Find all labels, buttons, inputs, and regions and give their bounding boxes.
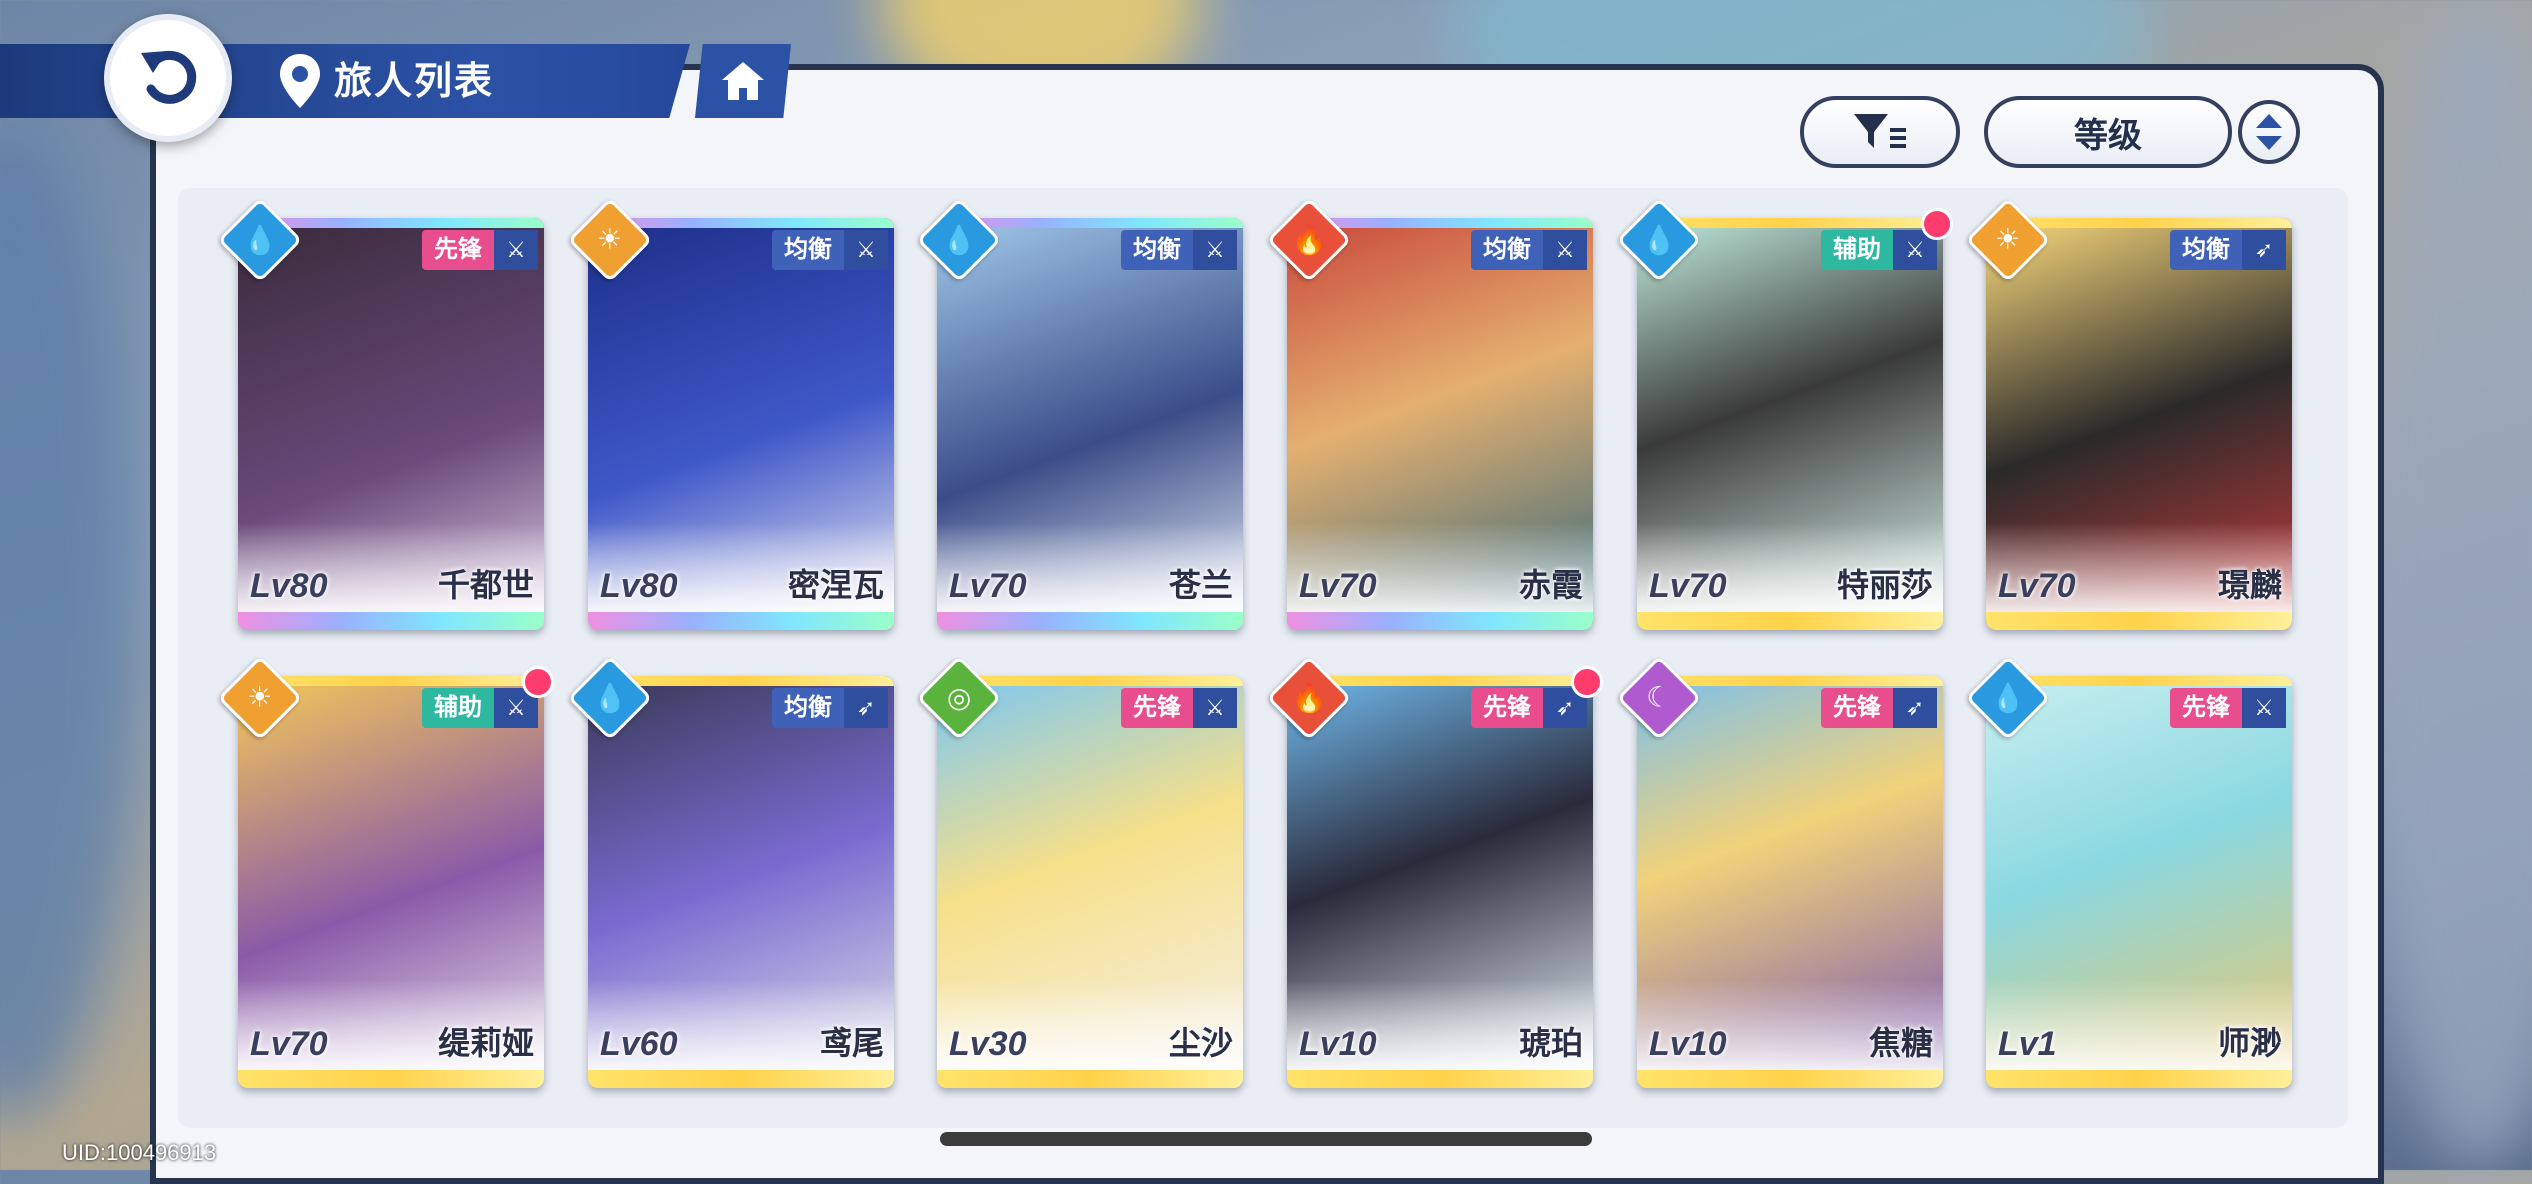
bow-icon: ➶ xyxy=(844,688,888,728)
character-card[interactable]: Lv80 密涅瓦 均衡 ⚔ ☀ xyxy=(567,197,894,630)
sword-icon: ⚔ xyxy=(1543,230,1587,270)
uid-label: UID:100496913 xyxy=(62,1140,217,1165)
sort-order-button[interactable] xyxy=(2238,100,2300,164)
rarity-bar xyxy=(588,1070,894,1088)
role-badge: 均衡 xyxy=(772,688,844,728)
rarity-bar xyxy=(1986,1070,2292,1088)
bow-icon: ➶ xyxy=(2242,230,2286,270)
background-decoration xyxy=(0,120,140,1120)
sort-by-button[interactable]: 等级 xyxy=(1984,96,2232,168)
role-badge: 先锋 xyxy=(422,230,494,270)
character-name: 鸢尾 xyxy=(819,1025,884,1061)
card-frame: Lv70 特丽莎 辅助 ⚔ xyxy=(1637,218,1943,630)
character-card[interactable]: Lv80 千都世 先锋 ⚔ 💧 xyxy=(217,197,544,630)
character-level: Lv10 xyxy=(1299,1025,1377,1063)
sort-order-icon xyxy=(2256,114,2282,150)
character-card[interactable]: Lv70 缇莉娅 辅助 ⚔ ☀ xyxy=(217,655,554,1088)
character-card[interactable]: Lv70 苍兰 均衡 ⚔ 💧 xyxy=(916,197,1243,630)
character-card[interactable]: Lv10 焦糖 先锋 ➶ ☾ xyxy=(1616,655,1943,1088)
character-level: Lv70 xyxy=(1299,567,1377,605)
rarity-bar xyxy=(1637,612,1943,630)
home-icon xyxy=(722,62,764,100)
card-frame: Lv80 千都世 先锋 ⚔ xyxy=(238,218,544,630)
home-button[interactable] xyxy=(695,44,791,118)
card-frame: Lv1 师渺 先锋 ⚔ xyxy=(1986,676,2292,1088)
filter-button[interactable] xyxy=(1800,96,1960,168)
rarity-bar xyxy=(588,612,894,630)
character-name: 璟麟 xyxy=(2217,567,2282,603)
rarity-bar xyxy=(937,612,1243,630)
character-card[interactable]: Lv70 特丽莎 辅助 ⚔ 💧 xyxy=(1616,197,1953,630)
card-frame: Lv70 璟麟 均衡 ➶ xyxy=(1986,218,2292,630)
card-frame: Lv60 鸢尾 均衡 ➶ xyxy=(588,676,894,1088)
role-badge: 辅助 xyxy=(1821,230,1893,270)
character-level: Lv10 xyxy=(1649,1025,1727,1063)
sword-icon: ⚔ xyxy=(1193,230,1237,270)
character-level: Lv30 xyxy=(949,1025,1027,1063)
card-frame: Lv30 尘沙 先锋 ⚔ xyxy=(937,676,1243,1088)
character-name: 苍兰 xyxy=(1168,567,1233,603)
role-badge: 均衡 xyxy=(1121,230,1193,270)
character-name: 师渺 xyxy=(2217,1025,2282,1061)
character-name: 千都世 xyxy=(437,567,534,603)
rarity-bar xyxy=(1986,612,2292,630)
character-name: 密涅瓦 xyxy=(787,567,884,603)
character-name: 赤霞 xyxy=(1518,567,1583,603)
notification-dot xyxy=(522,666,554,698)
rarity-bar xyxy=(1287,612,1593,630)
role-badge: 均衡 xyxy=(1471,230,1543,270)
location-pin-icon xyxy=(280,54,320,108)
sword-icon: ⚔ xyxy=(2242,688,2286,728)
character-card[interactable]: Lv70 赤霞 均衡 ⚔ 🔥 xyxy=(1266,197,1593,630)
role-badge: 均衡 xyxy=(2170,230,2242,270)
role-badge: 辅助 xyxy=(422,688,494,728)
rarity-bar xyxy=(937,1070,1243,1088)
character-level: Lv1 xyxy=(1998,1025,2057,1063)
character-level: Lv80 xyxy=(600,567,678,605)
home-indicator[interactable] xyxy=(940,1132,1592,1146)
card-frame: Lv70 缇莉娅 辅助 ⚔ xyxy=(238,676,544,1088)
character-card[interactable]: Lv70 璟麟 均衡 ➶ ☀ xyxy=(1965,197,2292,630)
character-name: 尘沙 xyxy=(1168,1025,1233,1061)
rarity-bar xyxy=(1637,1070,1943,1088)
rarity-bar xyxy=(238,612,544,630)
character-card[interactable]: Lv30 尘沙 先锋 ⚔ ◎ xyxy=(916,655,1243,1088)
rarity-bar xyxy=(1287,1070,1593,1088)
role-badge: 先锋 xyxy=(2170,688,2242,728)
character-level: Lv70 xyxy=(1649,567,1727,605)
back-arrow-icon xyxy=(141,50,197,104)
card-frame: Lv70 赤霞 均衡 ⚔ xyxy=(1287,218,1593,630)
notification-dot xyxy=(1571,666,1603,698)
card-frame: Lv80 密涅瓦 均衡 ⚔ xyxy=(588,218,894,630)
rarity-bar xyxy=(238,1070,544,1088)
notification-dot xyxy=(1921,208,1953,240)
character-level: Lv80 xyxy=(250,567,328,605)
card-frame: Lv70 苍兰 均衡 ⚔ xyxy=(937,218,1243,630)
role-badge: 先锋 xyxy=(1121,688,1193,728)
bow-icon: ➶ xyxy=(1893,688,1937,728)
card-frame: Lv10 琥珀 先锋 ➶ xyxy=(1287,676,1593,1088)
character-card[interactable]: Lv1 师渺 先锋 ⚔ 💧 xyxy=(1965,655,2292,1088)
back-button[interactable] xyxy=(104,14,232,142)
character-name: 琥珀 xyxy=(1518,1025,1583,1061)
character-level: Lv70 xyxy=(1998,567,2076,605)
filter-icon xyxy=(1854,114,1906,148)
sword-icon: ⚔ xyxy=(1193,688,1237,728)
character-level: Lv70 xyxy=(949,567,1027,605)
character-card[interactable]: Lv60 鸢尾 均衡 ➶ 💧 xyxy=(567,655,894,1088)
character-name: 缇莉娅 xyxy=(437,1025,534,1061)
role-badge: 先锋 xyxy=(1821,688,1893,728)
character-card[interactable]: Lv10 琥珀 先锋 ➶ 🔥 xyxy=(1266,655,1603,1088)
character-level: Lv70 xyxy=(250,1025,328,1063)
sword-icon: ⚔ xyxy=(494,230,538,270)
character-name: 焦糖 xyxy=(1868,1025,1933,1061)
character-level: Lv60 xyxy=(600,1025,678,1063)
card-frame: Lv10 焦糖 先锋 ➶ xyxy=(1637,676,1943,1088)
page-title: 旅人列表 xyxy=(334,61,495,103)
sword-icon: ⚔ xyxy=(844,230,888,270)
role-badge: 先锋 xyxy=(1471,688,1543,728)
role-badge: 均衡 xyxy=(772,230,844,270)
character-name: 特丽莎 xyxy=(1836,567,1933,603)
